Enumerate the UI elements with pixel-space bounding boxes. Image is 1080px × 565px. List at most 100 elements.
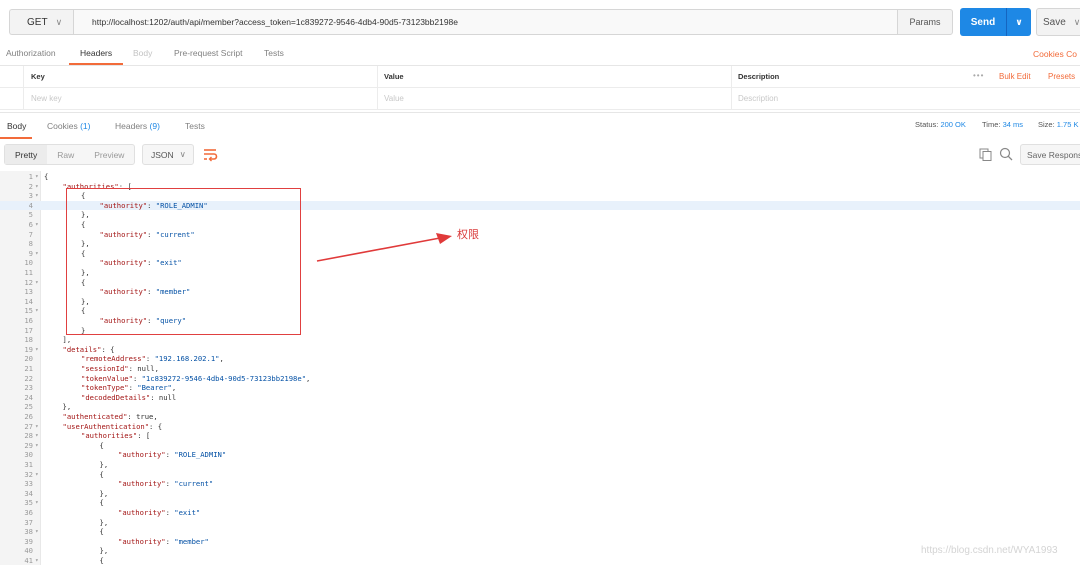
search-icon[interactable] — [999, 147, 1013, 161]
code-line: 33 "authority": "current" — [0, 479, 1080, 489]
method-label: GET — [27, 16, 48, 28]
method-select[interactable]: GET ∨ — [9, 9, 73, 35]
fold-toggle-icon[interactable]: ▾ — [35, 527, 39, 537]
bulk-edit-link[interactable]: Bulk Edit — [999, 72, 1031, 81]
annotation-highlight-box — [66, 188, 301, 335]
line-number: 12 — [24, 277, 33, 287]
code-line: 32 ▾ { — [0, 470, 1080, 480]
response-tab-cookies[interactable]: Cookies (1) — [47, 121, 90, 131]
fold-toggle-icon[interactable]: ▾ — [35, 441, 39, 451]
active-tab-indicator — [69, 63, 123, 65]
response-size: Size: 1.75 K — [1038, 120, 1078, 129]
code-line: 38 ▾ { — [0, 527, 1080, 537]
time-value: 34 ms — [1002, 120, 1024, 129]
save-response-button[interactable]: Save Response — [1020, 144, 1080, 165]
fold-toggle-icon[interactable]: ▾ — [35, 278, 39, 288]
chevron-down-icon: ∨ — [55, 16, 63, 27]
code-line: 35 ▾ { — [0, 498, 1080, 508]
fold-toggle-icon[interactable]: ▾ — [35, 498, 39, 508]
save-label: Save — [1043, 16, 1066, 28]
url-text: http://localhost:1202/auth/api/member?ac… — [92, 17, 459, 27]
wrap-lines-icon[interactable] — [201, 146, 219, 162]
line-number: 29 — [24, 440, 33, 450]
line-number: 36 — [24, 508, 33, 517]
line-number: 3 — [28, 191, 33, 201]
response-tab-headers[interactable]: Headers (9) — [115, 121, 160, 131]
presets-link[interactable]: Presets — [1048, 72, 1075, 81]
line-number: 32 — [24, 469, 33, 479]
line-number: 14 — [24, 296, 33, 306]
new-key-input[interactable]: New key — [31, 94, 62, 103]
fold-toggle-icon[interactable]: ▾ — [35, 431, 39, 441]
fold-toggle-icon[interactable]: ▾ — [35, 220, 39, 230]
params-button[interactable]: Params — [897, 9, 953, 35]
fold-toggle-icon[interactable]: ▾ — [35, 556, 39, 565]
code-text: }, — [99, 517, 109, 527]
fold-toggle-icon[interactable]: ▾ — [35, 422, 39, 432]
line-number: 5 — [28, 210, 33, 220]
copy-icon[interactable] — [979, 148, 992, 161]
line-number: 16 — [24, 316, 33, 325]
format-select[interactable]: JSON ∨ — [142, 144, 194, 165]
save-button[interactable]: Save ∨ — [1036, 8, 1080, 36]
tab-tests[interactable]: Tests — [264, 48, 284, 58]
code-text: "authority": "member" — [118, 536, 209, 546]
fold-toggle-icon[interactable]: ▾ — [35, 345, 39, 355]
tab-body[interactable]: Body — [133, 48, 152, 58]
new-value-input[interactable]: Value — [384, 94, 404, 103]
code-line: 36 "authority": "exit" — [0, 508, 1080, 518]
response-tab-tests[interactable]: Tests — [185, 121, 205, 131]
cookies-link[interactable]: Cookies Co — [1033, 49, 1077, 59]
response-tab-body[interactable]: Body — [7, 121, 26, 131]
line-number: 37 — [24, 517, 33, 527]
format-label: JSON — [151, 149, 174, 160]
url-input[interactable]: http://localhost:1202/auth/api/member?ac… — [73, 9, 905, 35]
code-line: 18], — [0, 335, 1080, 345]
code-line: 1 ▾ { — [0, 172, 1080, 182]
code-text: { — [99, 469, 104, 479]
fold-toggle-icon[interactable]: ▾ — [35, 470, 39, 480]
code-line: 30 "authority": "ROLE_ADMIN" — [0, 450, 1080, 460]
response-tab-headers-label: Headers — [115, 121, 148, 131]
code-line: 29 ▾ { — [0, 441, 1080, 451]
view-preview-button[interactable]: Preview — [84, 150, 134, 160]
line-number: 2 — [28, 181, 33, 191]
send-options-chevron-icon[interactable]: ∨ — [1007, 17, 1031, 28]
line-number: 20 — [24, 354, 33, 364]
fold-toggle-icon[interactable]: ▾ — [35, 172, 39, 182]
code-text: "sessionId": null, — [81, 364, 159, 373]
line-number: 9 — [28, 248, 33, 258]
fold-toggle-icon[interactable]: ▾ — [35, 306, 39, 316]
tab-headers[interactable]: Headers — [80, 48, 112, 58]
more-options-icon[interactable]: ••• — [973, 71, 984, 80]
line-number: 6 — [28, 220, 33, 229]
row-gutter — [0, 66, 24, 88]
status-value: 200 OK — [940, 120, 966, 129]
line-number: 13 — [24, 287, 33, 297]
code-line: 21 "sessionId": null, — [0, 364, 1080, 374]
new-description-input[interactable]: Description — [738, 94, 778, 103]
code-line: 26 "authenticated": true, — [0, 412, 1080, 422]
tab-prerequest-script[interactable]: Pre-request Script — [174, 48, 243, 58]
code-text: "decodedDetails": null — [81, 392, 177, 402]
code-text: "authority": "current" — [118, 479, 214, 489]
tab-authorization[interactable]: Authorization — [6, 48, 56, 58]
fold-toggle-icon[interactable]: ▾ — [35, 191, 39, 201]
code-line: 27 ▾ "userAuthentication": { — [0, 422, 1080, 432]
watermark: https://blog.csdn.net/WYA1993 — [921, 545, 1058, 556]
line-number: 18 — [24, 335, 33, 345]
row-gutter — [0, 88, 24, 110]
view-pretty-button[interactable]: Pretty — [5, 145, 48, 164]
code-text: "authority": "ROLE_ADMIN" — [118, 450, 227, 460]
fold-toggle-icon[interactable]: ▾ — [35, 249, 39, 259]
code-text: "tokenType": "Bearer", — [81, 383, 177, 393]
line-number: 15 — [24, 306, 33, 316]
column-divider — [731, 88, 732, 110]
fold-toggle-icon[interactable]: ▾ — [35, 182, 39, 192]
size-label: Size: — [1038, 120, 1055, 129]
code-text: }, — [62, 402, 72, 412]
view-raw-button[interactable]: Raw — [47, 150, 84, 160]
code-text: ], — [62, 335, 72, 345]
code-line: 31}, — [0, 460, 1080, 470]
send-button[interactable]: Send ∨ — [960, 8, 1031, 36]
